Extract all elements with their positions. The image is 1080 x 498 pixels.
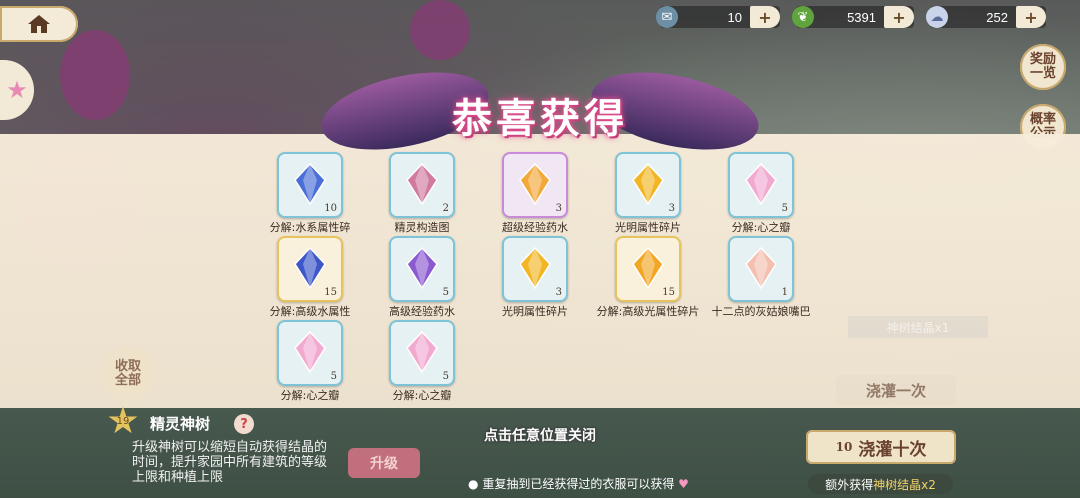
reward-count: 15 <box>662 287 675 298</box>
leaf-icon: ❦ <box>792 6 814 28</box>
reward-tile: 1 <box>728 236 794 302</box>
reward-count: 5 <box>781 203 788 214</box>
reward-label: 分解:心之瓣 <box>392 389 452 402</box>
water-ten-count: 10 <box>835 440 853 454</box>
reward-tile: 2 <box>389 152 455 218</box>
reward-label: 分解:高级光属性碎片 <box>596 305 700 318</box>
rewards-overview-button[interactable]: 奖励 一览 <box>1020 44 1066 90</box>
water-ten-button[interactable]: 10 浇灌十次 <box>806 430 956 464</box>
water-once-button[interactable]: 浇灌一次 <box>836 375 956 405</box>
collect-all-button[interactable]: 收取 全部 <box>100 346 156 402</box>
reward-item[interactable]: 15 分解:高级水属性 <box>255 236 365 318</box>
cloud-icon: ☁ <box>926 6 948 28</box>
add-ticket-button[interactable]: + <box>750 6 780 28</box>
crystal-card: 神树结晶x1 <box>848 316 988 338</box>
reward-tile: 3 <box>615 152 681 218</box>
reward-label: 十二点的灰姑娘嘴巴 <box>711 305 811 318</box>
reward-item-icon <box>519 162 551 206</box>
help-button[interactable]: ? <box>234 414 254 434</box>
extra-reward: 额外获得 神树结晶x2 <box>808 474 953 494</box>
reward-count: 5 <box>442 287 449 298</box>
reward-count: 10 <box>324 203 337 214</box>
resource-value: 5391 <box>847 9 876 25</box>
reward-tile: 15 <box>615 236 681 302</box>
reward-count: 5 <box>442 371 449 382</box>
reward-item[interactable]: 1 十二点的灰姑娘嘴巴 <box>706 236 816 318</box>
reward-count: 2 <box>442 203 449 214</box>
add-cloud-button[interactable]: + <box>1016 6 1046 28</box>
reward-label: 超级经验药水 <box>502 221 568 234</box>
reward-item-icon <box>745 246 777 290</box>
notice-text: 重复抽到已经获得过的衣服可以获得 <box>482 477 675 491</box>
reward-item[interactable]: 3 超级经验药水 <box>480 152 590 234</box>
reward-item-icon <box>294 162 326 206</box>
star-icon: ★ <box>6 76 28 104</box>
reward-item-icon <box>294 246 326 290</box>
reward-item-icon <box>632 162 664 206</box>
tree-title: 精灵神树 <box>150 415 211 433</box>
reward-item-icon <box>745 162 777 206</box>
reward-label: 分解:心之瓣 <box>280 389 340 402</box>
reward-tile: 5 <box>389 236 455 302</box>
reward-tile: 5 <box>728 152 794 218</box>
banner-title: 恭喜获得 <box>452 95 628 142</box>
home-button[interactable] <box>0 6 78 42</box>
reward-label: 光明属性碎片 <box>502 305 568 318</box>
home-icon <box>28 15 50 33</box>
tree-description: 升级神树可以缩短自动获得结晶的时间，提升家园中所有建筑的等级上限和种植上限 <box>132 440 328 485</box>
reward-tile: 3 <box>502 152 568 218</box>
reward-count: 3 <box>555 203 562 214</box>
reward-count: 1 <box>781 287 788 298</box>
reward-item[interactable]: 3 光明属性碎片 <box>480 236 590 318</box>
reward-item-icon <box>519 246 551 290</box>
notice-dot-icon: ● <box>468 477 479 491</box>
reward-item-icon <box>406 246 438 290</box>
reward-item[interactable]: 5 分解:心之瓣 <box>255 320 365 402</box>
upgrade-button[interactable]: 升级 <box>348 448 420 478</box>
reward-item[interactable]: 2 精灵构造图 <box>367 152 477 234</box>
reward-item[interactable]: 15 分解:高级光属性碎片 <box>593 236 703 318</box>
resource-cloud: ☁ 252 + <box>926 6 1046 28</box>
reward-tile: 15 <box>277 236 343 302</box>
reward-tile: 5 <box>389 320 455 386</box>
reward-count: 3 <box>668 203 675 214</box>
resource-ticket: ✉ 10 + <box>656 6 780 28</box>
resource-value: 10 <box>727 9 742 25</box>
reward-label: 光明属性碎片 <box>615 221 681 234</box>
reward-label: 分解:水系属性碎 <box>269 221 351 234</box>
reward-count: 15 <box>324 287 337 298</box>
heart-icon: ♥ <box>678 477 689 491</box>
reward-item[interactable]: 5 分解:心之瓣 <box>706 152 816 234</box>
reward-item-icon <box>294 330 326 374</box>
reward-tile: 10 <box>277 152 343 218</box>
extra-prefix: 额外获得 <box>825 477 874 492</box>
duplicate-notice: ● 重复抽到已经获得过的衣服可以获得 ♥ <box>468 475 689 492</box>
reward-count: 5 <box>330 371 337 382</box>
congrats-banner: 恭喜获得 <box>300 59 780 163</box>
reward-item[interactable]: 5 分解:心之瓣 <box>367 320 477 402</box>
resource-value: 252 <box>986 9 1008 25</box>
reward-label: 高级经验药水 <box>389 305 455 318</box>
reward-tile: 3 <box>502 236 568 302</box>
reward-item-icon <box>632 246 664 290</box>
reward-item[interactable]: 10 分解:水系属性碎 <box>255 152 365 234</box>
reward-label: 分解:高级水属性 <box>269 305 351 318</box>
reward-item[interactable]: 5 高级经验药水 <box>367 236 477 318</box>
reward-count: 3 <box>555 287 562 298</box>
reward-label: 分解:心之瓣 <box>731 221 791 234</box>
reward-item[interactable]: 3 光明属性碎片 <box>593 152 703 234</box>
reward-item-icon <box>406 330 438 374</box>
extra-item: 神树结晶x2 <box>873 477 936 492</box>
add-leaf-button[interactable]: + <box>884 6 914 28</box>
reward-tile: 5 <box>277 320 343 386</box>
water-ten-label: 浇灌十次 <box>858 439 927 460</box>
reward-label: 精灵构造图 <box>394 221 450 234</box>
ticket-icon: ✉ <box>656 6 678 28</box>
resource-leaf: ❦ 5391 + <box>792 6 914 28</box>
reward-item-icon <box>406 162 438 206</box>
